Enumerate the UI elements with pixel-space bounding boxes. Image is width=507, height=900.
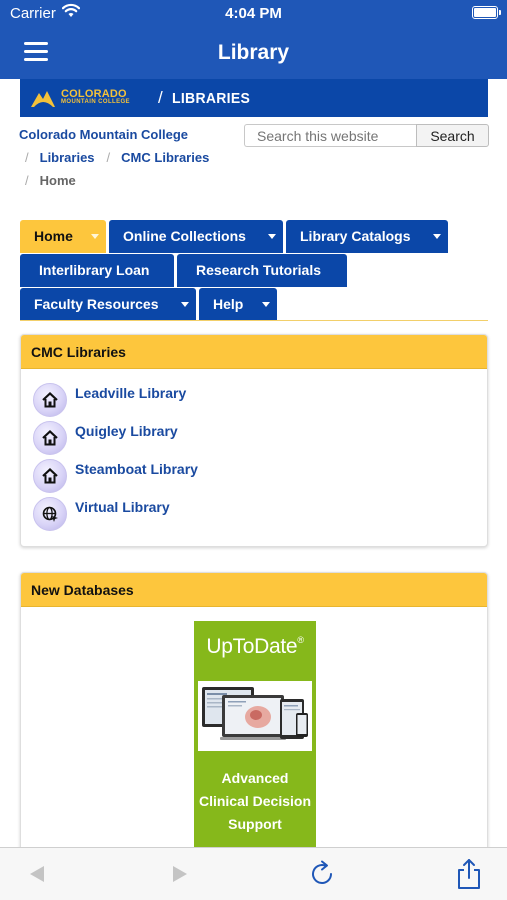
list-item-label[interactable]: Quigley Library (75, 423, 178, 439)
breadcrumb-root[interactable]: Colorado Mountain College (19, 127, 188, 142)
site-banner[interactable]: COLORADO MOUNTAIN COLLEGE / LIBRARIES (20, 79, 488, 117)
globe-icon (33, 497, 67, 531)
chevron-down-icon (181, 302, 189, 307)
app-title: Library (217, 41, 290, 64)
status-bar: Carrier 4:04 PM (0, 0, 507, 26)
devices-illustration (202, 687, 308, 740)
cmc-libraries-panel: CMC Libraries Leadville Library Quigley … (20, 334, 488, 547)
home-icon (33, 383, 67, 417)
chevron-down-icon (262, 302, 270, 307)
breadcrumb-current-row: / Home (25, 173, 76, 188)
battery-icon (472, 6, 501, 19)
tab-home[interactable]: Home (20, 220, 106, 253)
tab-help[interactable]: Help (199, 288, 277, 321)
mountain-logo-icon (31, 91, 55, 107)
breadcrumb-libraries[interactable]: Libraries (40, 150, 95, 165)
breadcrumb: / Libraries / CMC Libraries (25, 150, 221, 165)
tab-interlibrary-loan[interactable]: Interlibrary Loan (20, 254, 174, 287)
chevron-down-icon (268, 234, 276, 239)
panel-title: CMC Libraries (21, 335, 487, 369)
back-arrow-icon[interactable] (30, 866, 44, 882)
app-header: Carrier 4:04 PM Library (0, 0, 507, 79)
trademark-mark: ® (297, 635, 304, 645)
breadcrumb-cmc-libraries[interactable]: CMC Libraries (121, 150, 209, 165)
search-input[interactable] (244, 124, 416, 147)
banner-separator: / (158, 88, 163, 107)
uptodate-caption: Advanced Clinical Decision Support (198, 770, 312, 832)
tab-faculty-resources[interactable]: Faculty Resources (20, 288, 196, 321)
banner-college-sub: MOUNTAIN COLLEGE (61, 99, 130, 105)
forward-arrow-icon[interactable] (173, 866, 187, 882)
search-button[interactable]: Search (416, 124, 489, 147)
breadcrumb-current: Home (39, 173, 76, 188)
browser-toolbar (0, 847, 507, 900)
breadcrumb-separator: / (25, 173, 29, 188)
breadcrumb-separator: / (25, 150, 29, 165)
home-icon (33, 459, 67, 493)
list-item-label[interactable]: Leadville Library (75, 385, 186, 401)
status-time: 4:04 PM (225, 5, 282, 22)
panel-title: New Databases (21, 573, 487, 607)
list-item-label[interactable]: Steamboat Library (75, 461, 198, 477)
devices-image (198, 681, 312, 751)
tabs-divider (20, 320, 488, 321)
reload-icon[interactable] (310, 860, 336, 888)
home-icon (33, 421, 67, 455)
uptodate-title: UpToDate® (206, 635, 304, 658)
tab-research-tutorials[interactable]: Research Tutorials (177, 254, 347, 287)
tab-online-collections[interactable]: Online Collections (109, 220, 283, 253)
chevron-down-icon (433, 234, 441, 239)
share-icon[interactable] (456, 858, 482, 890)
uptodate-promo[interactable]: UpToDate® Advanced Clinical Decision Sup… (194, 621, 316, 853)
banner-section: LIBRARIES (172, 89, 251, 107)
tab-library-catalogs[interactable]: Library Catalogs (286, 220, 448, 253)
breadcrumb-separator: / (106, 150, 111, 165)
chevron-down-icon (91, 234, 99, 239)
new-databases-panel: New Databases UpToDate® Advanced Clinica… (20, 572, 488, 862)
banner-college-name: COLORADO MOUNTAIN COLLEGE (61, 88, 130, 106)
list-item-label[interactable]: Virtual Library (75, 499, 170, 515)
